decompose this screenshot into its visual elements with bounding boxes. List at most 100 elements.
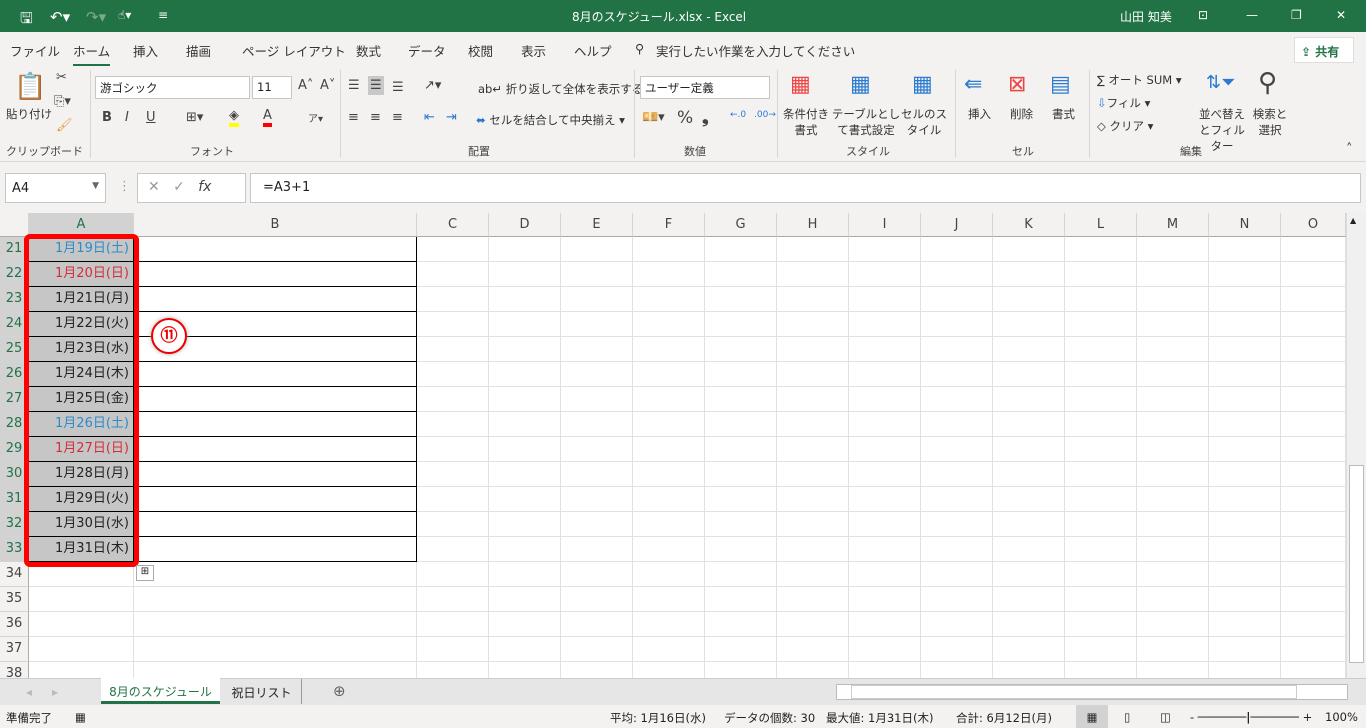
cell[interactable] [921, 362, 993, 387]
cell[interactable] [1065, 437, 1137, 462]
cell[interactable] [417, 662, 489, 678]
column-header-H[interactable]: H [777, 213, 849, 237]
cell[interactable] [1281, 512, 1346, 537]
column-header-F[interactable]: F [633, 213, 705, 237]
cell-styles-icon[interactable]: ▦ [912, 72, 933, 97]
enter-icon[interactable]: ✓ [173, 179, 185, 195]
cell[interactable] [777, 487, 849, 512]
cell[interactable] [417, 412, 489, 437]
align-left-icon[interactable]: ≡ [348, 110, 359, 125]
cell[interactable] [1209, 312, 1281, 337]
cell[interactable] [489, 562, 561, 587]
cell[interactable] [849, 612, 921, 637]
column-header-K[interactable]: K [993, 213, 1065, 237]
tab-review[interactable]: 校閲 [468, 41, 493, 60]
name-box[interactable]: A4 ▼ [5, 173, 106, 203]
cell[interactable] [1281, 312, 1346, 337]
cell[interactable] [993, 287, 1065, 312]
tab-insert[interactable]: 挿入 [133, 41, 158, 60]
cell[interactable] [921, 537, 993, 562]
cell[interactable] [1137, 512, 1209, 537]
column-header-D[interactable]: D [489, 213, 561, 237]
page-layout-view-icon[interactable]: ▯ [1124, 710, 1130, 724]
cell[interactable] [705, 287, 777, 312]
cell[interactable] [417, 387, 489, 412]
cell[interactable] [1137, 237, 1209, 262]
cell[interactable] [561, 612, 633, 637]
cell[interactable] [921, 237, 993, 262]
cell[interactable] [921, 287, 993, 312]
paste-button[interactable]: 貼り付け [6, 106, 52, 122]
format-cells-button[interactable]: 書式 [1052, 106, 1075, 122]
cell[interactable] [777, 512, 849, 537]
cell[interactable] [705, 612, 777, 637]
cell[interactable] [705, 662, 777, 678]
cell[interactable] [921, 662, 993, 678]
cell[interactable] [921, 612, 993, 637]
normal-view-icon[interactable]: ▦ [1076, 705, 1108, 728]
cell[interactable] [1209, 537, 1281, 562]
cell[interactable] [489, 362, 561, 387]
tab-page-layout[interactable]: ページ レイアウト [242, 41, 346, 60]
align-center-icon[interactable]: ≡ [370, 110, 381, 125]
cell[interactable] [417, 362, 489, 387]
format-as-table-button[interactable]: テーブルとして書式設定 [830, 106, 902, 138]
find-icon[interactable]: ⚲ [1258, 68, 1277, 98]
cell[interactable] [489, 287, 561, 312]
cell[interactable] [921, 562, 993, 587]
font-size-select[interactable]: 11 [252, 76, 292, 99]
select-all-corner[interactable] [0, 213, 29, 237]
cell[interactable] [561, 537, 633, 562]
cell[interactable] [1281, 362, 1346, 387]
cell[interactable] [1209, 362, 1281, 387]
add-sheet-icon[interactable]: ⊕ [333, 682, 346, 700]
cell[interactable] [561, 262, 633, 287]
cell[interactable] [705, 562, 777, 587]
zoom-slider[interactable]: - ───────|─────── + [1190, 710, 1312, 724]
cell[interactable] [921, 487, 993, 512]
find-select-button[interactable]: 検索と選択 [1252, 106, 1288, 138]
tab-file[interactable]: ファイル [10, 41, 60, 60]
italic-button[interactable]: I [125, 110, 129, 125]
decrease-indent-icon[interactable]: ⇤ [424, 110, 435, 125]
cell[interactable] [561, 587, 633, 612]
cell[interactable] [705, 637, 777, 662]
cell[interactable] [921, 637, 993, 662]
cell[interactable] [1065, 487, 1137, 512]
cell[interactable] [993, 387, 1065, 412]
cell[interactable] [993, 437, 1065, 462]
cell[interactable] [777, 612, 849, 637]
cell[interactable] [417, 537, 489, 562]
cell[interactable] [1137, 537, 1209, 562]
cell[interactable] [1281, 237, 1346, 262]
search-icon[interactable]: ⚲ [635, 41, 644, 56]
cell[interactable] [993, 462, 1065, 487]
cell[interactable] [1209, 487, 1281, 512]
align-top-icon[interactable]: ☰ [348, 78, 360, 93]
cell[interactable] [1065, 462, 1137, 487]
cell[interactable] [134, 587, 417, 612]
cell[interactable] [417, 287, 489, 312]
cell[interactable] [777, 462, 849, 487]
cell[interactable] [777, 262, 849, 287]
format-painter-icon[interactable]: 🖌 [56, 118, 73, 133]
decrease-decimal-icon[interactable]: .00→ [754, 110, 776, 120]
cell[interactable] [777, 362, 849, 387]
customize-qat-icon[interactable]: ≡ [158, 8, 168, 22]
insert-cells-button[interactable]: 挿入 [968, 106, 991, 122]
cell[interactable] [561, 362, 633, 387]
cell[interactable] [489, 312, 561, 337]
cell[interactable] [1209, 237, 1281, 262]
cell[interactable] [633, 512, 705, 537]
column-header-C[interactable]: C [417, 213, 489, 237]
cell-date[interactable] [29, 587, 134, 612]
cell[interactable] [633, 612, 705, 637]
cell[interactable] [134, 437, 417, 462]
cell[interactable] [633, 437, 705, 462]
macro-record-icon[interactable]: ▦ [75, 710, 86, 724]
cell[interactable] [1209, 387, 1281, 412]
cell[interactable] [561, 287, 633, 312]
cell[interactable] [1281, 562, 1346, 587]
cell[interactable] [849, 637, 921, 662]
cell[interactable] [1209, 262, 1281, 287]
